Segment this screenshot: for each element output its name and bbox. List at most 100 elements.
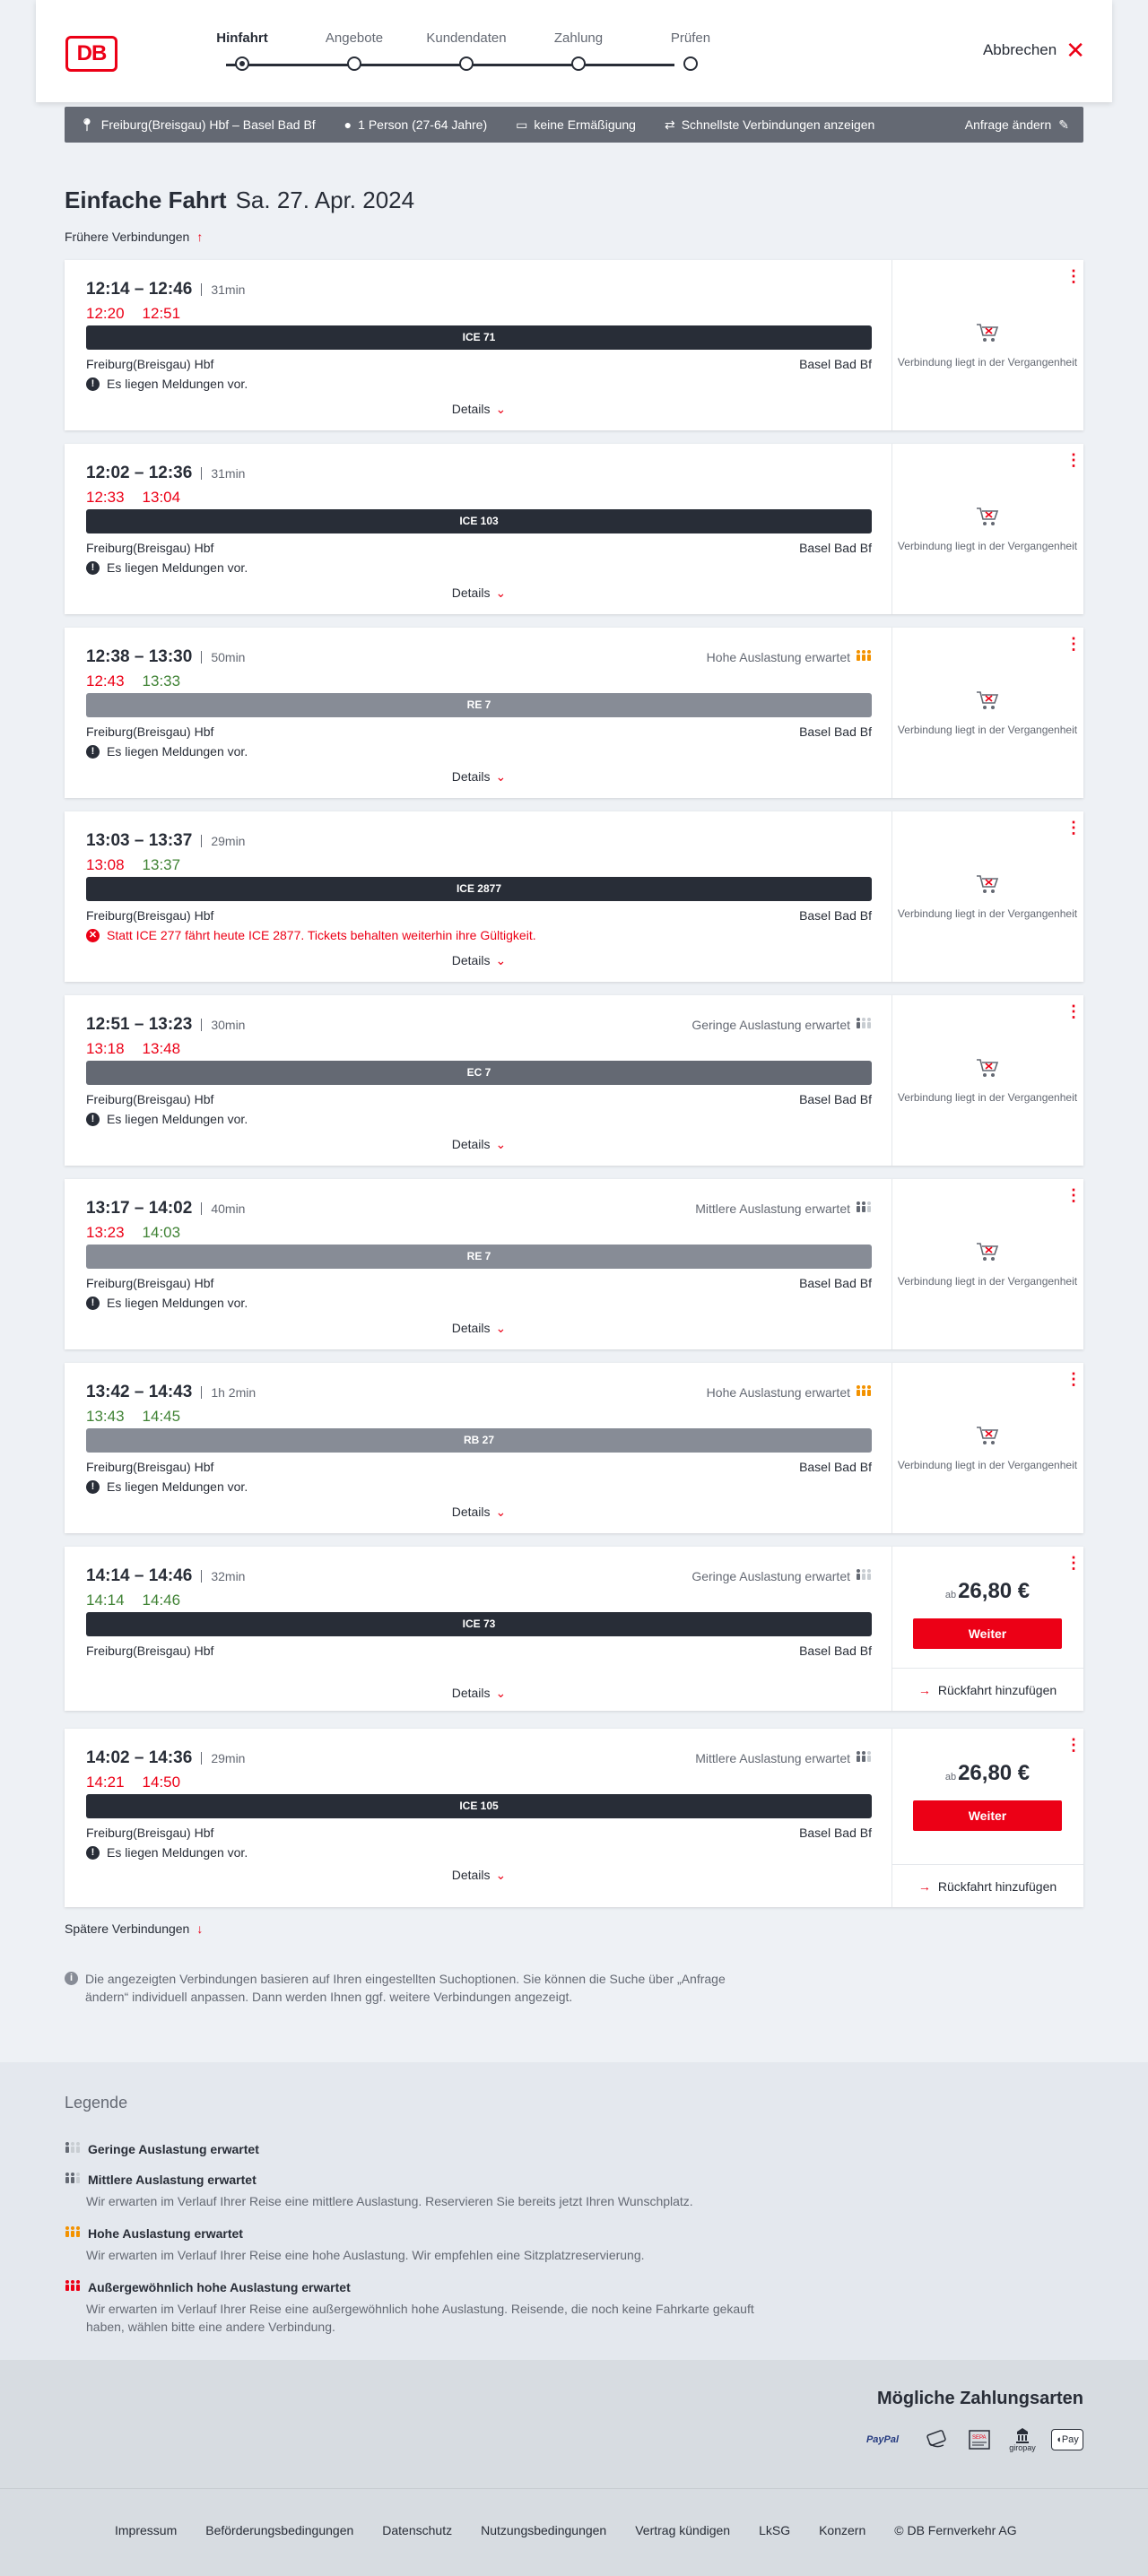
add-return-button[interactable]: → Rückfahrt hinzufügen [891, 1668, 1083, 1711]
planned-times: 14:14 – 14:46 32min [86, 1566, 245, 1586]
connection-card: 13:03 – 13:37 29min 13:08 13:37 ICE 2877 F… [65, 811, 1083, 982]
time-range: 13:42 – 14:43 [86, 1383, 193, 1401]
continue-button[interactable]: Weiter [913, 1800, 1062, 1831]
paypal-icon: PayPal [865, 2434, 900, 2445]
details-label: Details [451, 585, 491, 600]
high-load-icon [856, 649, 872, 664]
chevron-down-icon: ⌄ [495, 1505, 507, 1519]
footer-link[interactable]: Datenschutz [382, 2523, 452, 2537]
footer-link[interactable]: Nutzungsbedingungen [481, 2523, 606, 2537]
high-load-icon [65, 2225, 81, 2241]
more-options-icon[interactable]: ⋮ [1065, 1737, 1082, 1753]
train-bar[interactable]: ICE 71 [86, 325, 872, 350]
connection-card: 12:02 – 12:36 31min 12:33 13:04 ICE 103 Fr… [65, 444, 1083, 614]
message-text: Es liegen Meldungen vor. [107, 744, 248, 759]
departure-station: Freiburg(Breisgau) Hbf [86, 1644, 214, 1658]
details-label: Details [451, 1686, 491, 1700]
message-text: Es liegen Meldungen vor. [107, 377, 248, 391]
cancel-label: Abbrechen [982, 41, 1057, 58]
realtime: 12:20 12:51 [86, 305, 180, 323]
message-text: Es liegen Meldungen vor. [107, 1479, 248, 1494]
trip-date: Sa. 27. Apr. 2024 [235, 186, 415, 213]
time-range: 14:02 – 14:36 [86, 1748, 193, 1767]
chevron-down-icon: ⌄ [495, 1868, 507, 1882]
departure-station: Freiburg(Breisgau) Hbf [86, 357, 214, 371]
past-connection-text: Verbindung liegt in der Vergangenheit [897, 355, 1078, 369]
realtime: 13:18 13:48 [86, 1040, 180, 1058]
connection-details: 14:02 – 14:36 29min 14:21 14:50 Mittlere A… [86, 1729, 872, 1907]
train-bar[interactable]: RE 7 [86, 1245, 872, 1269]
train-bar[interactable]: ICE 2877 [86, 877, 872, 901]
footer-link[interactable]: Beförderungsbedingungen [205, 2523, 353, 2537]
later-connections-link[interactable]: Spätere Verbindungen ↓ [65, 1921, 203, 1936]
info-icon: i [65, 1972, 78, 1985]
more-options-icon[interactable]: ⋮ [1065, 1555, 1082, 1571]
details-label: Details [451, 953, 491, 967]
footer-link[interactable]: Konzern [819, 2523, 865, 2537]
legend-section: Legende Geringe Auslastung erwartet Mittl… [0, 2062, 1148, 2360]
realtime-departure: 14:21 [86, 1774, 125, 1791]
connection-card: 13:42 – 14:43 1h 2min 13:43 14:45 Hohe Aus… [65, 1363, 1083, 1533]
realtime: 12:33 13:04 [86, 489, 180, 507]
details-toggle[interactable]: Details ⌄ [86, 585, 872, 601]
details-toggle[interactable]: Details ⌄ [86, 1686, 872, 1701]
message-text: Es liegen Meldungen vor. [107, 1296, 248, 1310]
info-note: i Die angezeigten Verbindungen basieren a… [65, 1970, 764, 2006]
realtime-departure: 12:33 [86, 489, 125, 506]
db-logo[interactable]: DB [65, 36, 117, 72]
train-bar[interactable]: ICE 103 [86, 509, 872, 533]
train-bar[interactable]: ICE 105 [86, 1794, 872, 1818]
arrival-station: Basel Bad Bf [799, 724, 872, 739]
chevron-down-icon: ⌄ [495, 1686, 507, 1700]
details-toggle[interactable]: Details ⌄ [86, 1137, 872, 1152]
legend-title-text: Mittlere Auslastung erwartet [88, 2172, 257, 2187]
footer-link[interactable]: Impressum [115, 2523, 177, 2537]
duration: 29min [201, 1752, 245, 1765]
details-toggle[interactable]: Details ⌄ [86, 1321, 872, 1336]
step-label: Hinfahrt [216, 30, 268, 46]
past-connection-text: Verbindung liegt in der Vergangenheit [897, 1458, 1078, 1471]
past-connection-text: Verbindung liegt in der Vergangenheit [897, 539, 1078, 552]
apple-pay-icon: ◖ Pay [1051, 2429, 1083, 2450]
connection-message: ! Es liegen Meldungen vor. [86, 560, 248, 575]
price: ab26,80 € [891, 1579, 1083, 1604]
connection-details: 13:42 – 14:43 1h 2min 13:43 14:45 Hohe Aus… [86, 1363, 872, 1533]
connection-details: 12:51 – 13:23 30min 13:18 13:48 Geringe Au… [86, 995, 872, 1166]
chevron-down-icon: ⌄ [495, 585, 507, 600]
earlier-label: Frühere Verbindungen [65, 230, 190, 244]
train-bar[interactable]: RB 27 [86, 1428, 872, 1453]
earlier-connections-link[interactable]: Frühere Verbindungen ↑ [65, 230, 203, 244]
details-toggle[interactable]: Details ⌄ [86, 769, 872, 785]
details-toggle[interactable]: Details ⌄ [86, 1505, 872, 1520]
legend-item-title: Außergewöhnlich hohe Auslastung erwartet [65, 2279, 764, 2294]
past-connection-status: Verbindung liegt in der Vergangenheit [891, 444, 1083, 614]
realtime: 12:43 13:33 [86, 672, 180, 690]
duration: 30min [201, 1019, 245, 1031]
footer-link[interactable]: LkSG [759, 2523, 790, 2537]
realtime-arrival: 12:51 [142, 305, 181, 322]
connection-card: 12:38 – 13:30 50min 12:43 13:33 Hohe Ausla… [65, 628, 1083, 798]
cancel-button[interactable]: Abbrechen ✕ [982, 39, 1085, 62]
price: ab26,80 € [891, 1761, 1083, 1786]
train-bar[interactable]: RE 7 [86, 693, 872, 717]
legend-title: Legende [65, 2094, 128, 2112]
stations: Freiburg(Breisgau) Hbf Basel Bad Bf [86, 1092, 872, 1106]
details-toggle[interactable]: Details ⌄ [86, 953, 872, 968]
option-text: Schnellste Verbindungen anzeigen [681, 117, 875, 132]
add-return-button[interactable]: → Rückfahrt hinzufügen [891, 1864, 1083, 1907]
arrival-station: Basel Bad Bf [799, 1644, 872, 1658]
legend-item-desc: Wir erwarten im Verlauf Ihrer Reise eine… [86, 2194, 693, 2208]
footer-links: Impressum Beförderungsbedingungen Datensch… [115, 2523, 1017, 2537]
edit-search-button[interactable]: Anfrage ändern ✎ [965, 117, 1069, 133]
footer-link[interactable]: Vertrag kündigen [635, 2523, 730, 2537]
continue-button[interactable]: Weiter [913, 1618, 1062, 1649]
train-bar[interactable]: ICE 73 [86, 1612, 872, 1636]
alert-icon: ! [86, 1845, 100, 1860]
details-toggle[interactable]: Details ⌄ [86, 402, 872, 417]
train-bar[interactable]: EC 7 [86, 1061, 872, 1085]
details-toggle[interactable]: Details ⌄ [86, 1868, 872, 1883]
price-prefix: ab [944, 1590, 957, 1600]
message-text: Es liegen Meldungen vor. [107, 1112, 248, 1126]
stations: Freiburg(Breisgau) Hbf Basel Bad Bf [86, 724, 872, 739]
edit-label: Anfrage ändern [964, 117, 1052, 132]
